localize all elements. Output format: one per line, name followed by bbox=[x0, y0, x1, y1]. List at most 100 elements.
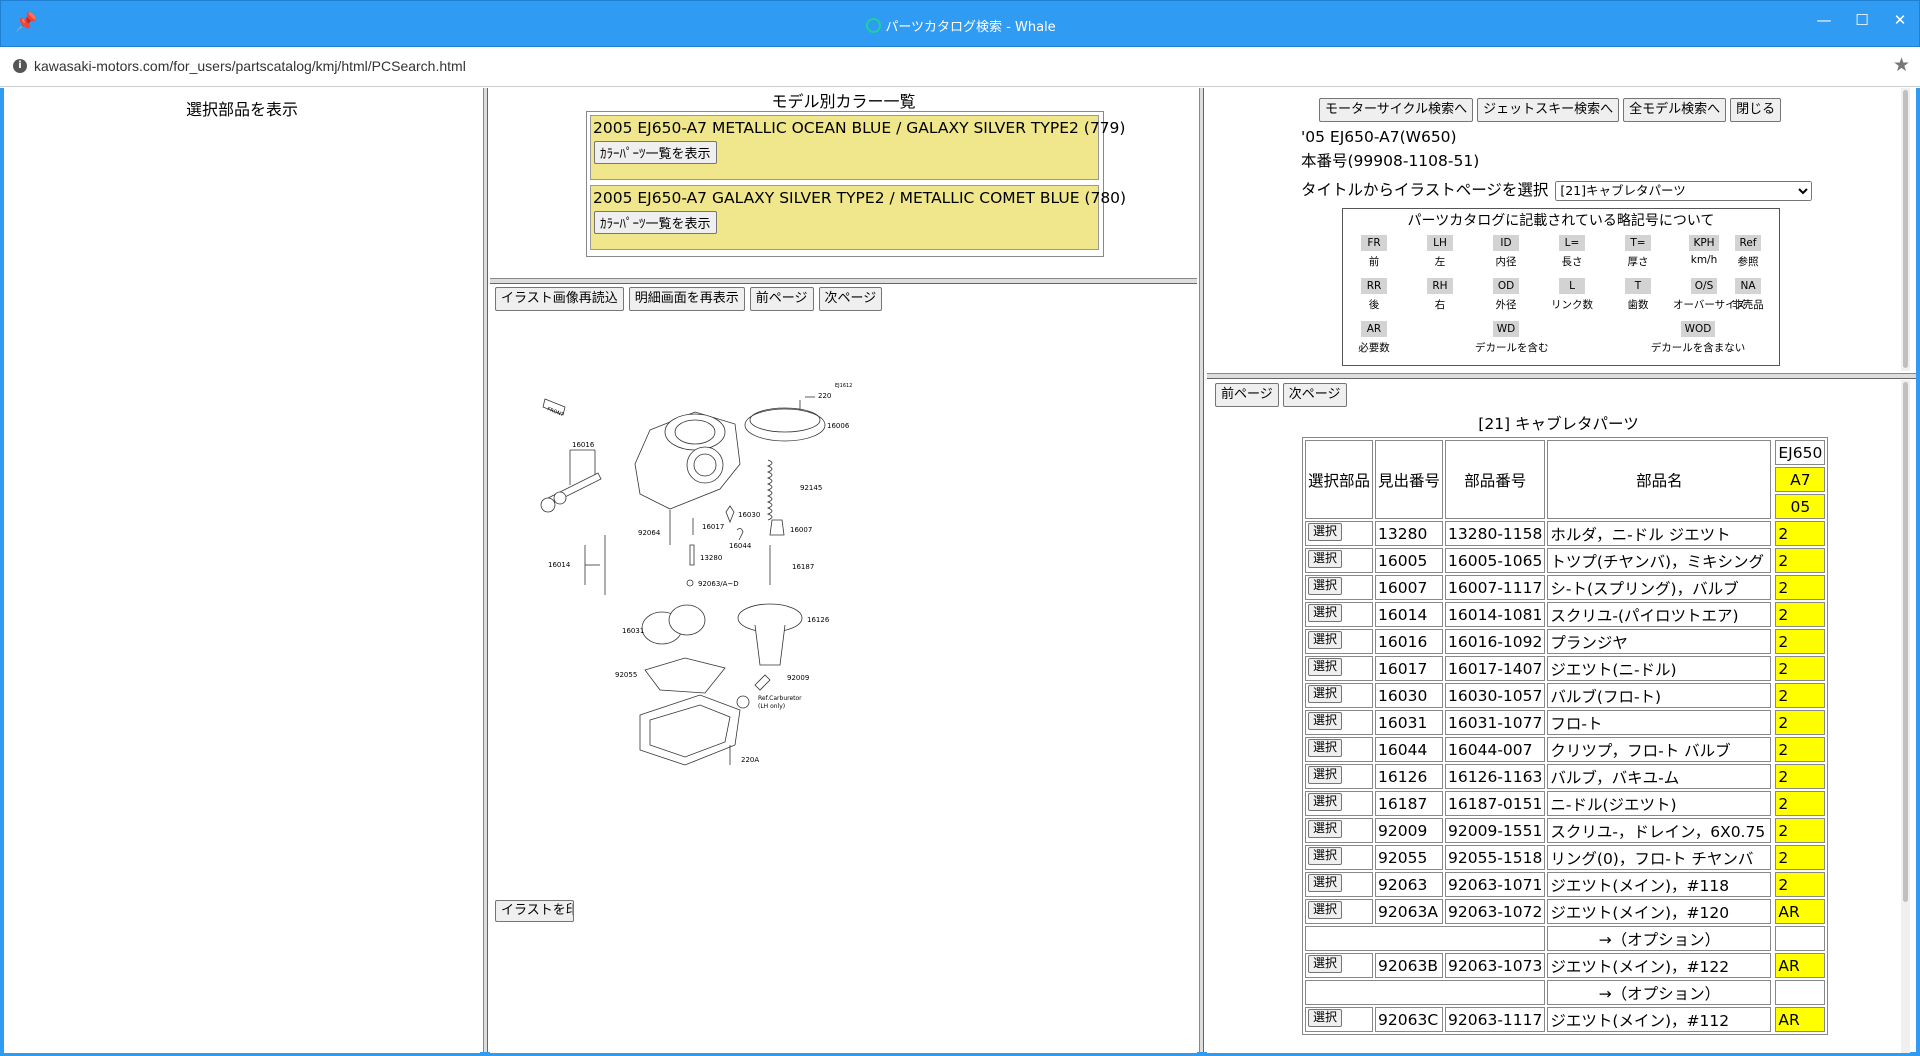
scrollbar[interactable] bbox=[1901, 380, 1910, 1053]
abbreviation-meaning: 長さ bbox=[1561, 256, 1583, 268]
illustration-print-button[interactable]: イラストを印 bbox=[495, 900, 574, 922]
close-button[interactable]: ✕ bbox=[1881, 1, 1919, 41]
option-label: →（オプション） bbox=[1547, 980, 1772, 1005]
select-part-button[interactable]: 選択 bbox=[1308, 630, 1343, 649]
select-part-button[interactable]: 選択 bbox=[1308, 522, 1343, 541]
abbreviation-meaning: 外径 bbox=[1495, 299, 1517, 311]
info-icon[interactable]: i bbox=[13, 59, 27, 73]
bookmark-star-icon[interactable]: ★ bbox=[1893, 54, 1910, 76]
abbreviation-item: RR 後 bbox=[1343, 274, 1405, 312]
abbreviation-code: OD bbox=[1493, 278, 1519, 294]
table-row: 選択 92063C 92063-1117 ジエツト(メイン)，#112 AR bbox=[1305, 1007, 1826, 1032]
select-part-button[interactable]: 選択 bbox=[1308, 954, 1343, 973]
frame-divider[interactable] bbox=[1207, 371, 1920, 380]
svg-text:16017: 16017 bbox=[702, 523, 724, 531]
jetski-search-button[interactable]: ジェットスキー検索へ bbox=[1477, 98, 1620, 122]
abbreviation-code: WOD bbox=[1680, 321, 1716, 337]
select-part-button[interactable]: 選択 bbox=[1308, 819, 1343, 838]
next-page-button[interactable]: 次ページ bbox=[818, 287, 883, 311]
frame-divider[interactable] bbox=[1197, 88, 1207, 1056]
show-color-parts-button[interactable]: ｶﾗｰﾊﾟｰﾂ一覧を表示 bbox=[594, 211, 717, 234]
abbreviation-code: L= bbox=[1559, 235, 1585, 251]
part-name-cell: プランジヤ bbox=[1547, 629, 1772, 654]
table-row: 選択 92063A 92063-1072 ジエツト(メイン)，#120 AR bbox=[1305, 899, 1826, 924]
svg-text:92055: 92055 bbox=[615, 671, 637, 679]
ref-cell: 92063B bbox=[1375, 953, 1444, 978]
qty-cell: 2 bbox=[1775, 818, 1826, 843]
abbreviation-code: WD bbox=[1492, 321, 1520, 337]
partno-cell: 13280-1158 bbox=[1445, 521, 1546, 546]
svg-text:(LH only): (LH only) bbox=[758, 703, 785, 710]
select-part-button[interactable]: 選択 bbox=[1308, 765, 1343, 784]
select-part-button[interactable]: 選択 bbox=[1308, 603, 1343, 622]
select-part-button[interactable]: 選択 bbox=[1308, 684, 1343, 703]
select-part-button[interactable]: 選択 bbox=[1308, 711, 1343, 730]
select-part-button[interactable]: 選択 bbox=[1308, 873, 1343, 892]
part-name-cell: ホルダ，ニ-ドル ジエツト bbox=[1547, 521, 1772, 546]
show-color-parts-button[interactable]: ｶﾗｰﾊﾟｰﾂ一覧を表示 bbox=[594, 141, 717, 164]
all-model-search-button[interactable]: 全モデル検索へ bbox=[1623, 98, 1727, 122]
select-cell: 選択 bbox=[1305, 1007, 1374, 1032]
loading-icon bbox=[866, 18, 882, 33]
abbreviation-code: L bbox=[1559, 278, 1585, 294]
select-part-button[interactable]: 選択 bbox=[1308, 1008, 1343, 1027]
illustration-page-selector: タイトルからイラストページを選択 [21]キャブレタパーツ bbox=[1301, 178, 1813, 201]
abbreviation-code: LH bbox=[1427, 235, 1453, 251]
parts-table: 選択部品 見出番号 部品番号 部品名 EJ650 A7 05 選択 13280 13… bbox=[1302, 437, 1829, 1035]
close-page-button[interactable]: 閉じる bbox=[1730, 98, 1782, 122]
color-list-box: 2005 EJ650-A7 METALLIC OCEAN BLUE / GALA… bbox=[586, 111, 1126, 257]
part-name-cell: ジエツト(メイン)，#120 bbox=[1547, 899, 1772, 924]
qty-cell: 2 bbox=[1775, 764, 1826, 789]
partno-cell: 92063-1072 bbox=[1445, 899, 1546, 924]
minimize-button[interactable]: — bbox=[1805, 1, 1843, 41]
scrollbar[interactable] bbox=[1901, 88, 1910, 371]
carburetor-diagram[interactable]: EJ1612 FRONT 220 16006 92145 16016 16030 bbox=[530, 380, 860, 810]
motorcycle-search-button[interactable]: モーターサイクル検索へ bbox=[1319, 98, 1474, 122]
reload-illustration-button[interactable]: イラスト画像再読込 bbox=[495, 287, 624, 311]
select-cell: 選択 bbox=[1305, 737, 1374, 762]
svg-text:16031: 16031 bbox=[622, 627, 644, 635]
frame-divider[interactable] bbox=[490, 278, 1197, 285]
illustration-frame: イラスト画像再読込 明細画面を再表示 前ページ 次ページ EJ1612 FRON… bbox=[490, 285, 1197, 1053]
select-cell: 選択 bbox=[1305, 872, 1374, 897]
part-name-cell: リング(0)，フロ-ト チヤンバ bbox=[1547, 845, 1772, 870]
redisplay-detail-button[interactable]: 明細画面を再表示 bbox=[628, 287, 745, 311]
select-part-button[interactable]: 選択 bbox=[1308, 576, 1343, 595]
ref-cell: 13280 bbox=[1375, 521, 1444, 546]
select-part-button[interactable]: 選択 bbox=[1308, 846, 1343, 865]
abbreviation-item: NA 非売品 bbox=[1717, 274, 1779, 312]
select-part-button[interactable]: 選択 bbox=[1308, 549, 1343, 568]
show-selected-link[interactable]: 選択部品を表示 bbox=[4, 96, 480, 120]
partno-cell: 92063-1073 bbox=[1445, 953, 1546, 978]
parts-prev-page-button[interactable]: 前ページ bbox=[1215, 383, 1279, 407]
svg-text:16030: 16030 bbox=[738, 511, 760, 519]
maximize-button[interactable]: ☐ bbox=[1843, 1, 1881, 41]
partno-cell: 16030-1057 bbox=[1445, 683, 1546, 708]
frame-divider[interactable] bbox=[480, 88, 490, 1056]
abbreviation-item: Ref 参照 bbox=[1717, 231, 1779, 269]
option-spacer bbox=[1305, 926, 1546, 951]
select-part-button[interactable]: 選択 bbox=[1308, 792, 1343, 811]
svg-text:16006: 16006 bbox=[827, 422, 850, 430]
partno-cell: 16044-007 bbox=[1445, 737, 1546, 762]
qty-cell: 2 bbox=[1775, 683, 1826, 708]
parts-next-page-button[interactable]: 次ページ bbox=[1282, 383, 1347, 407]
qty-cell: AR bbox=[1775, 899, 1826, 924]
abbreviation-code: T bbox=[1625, 278, 1651, 294]
color-row: 2005 EJ650-A7 GALAXY SILVER TYPE2 / META… bbox=[590, 185, 1126, 250]
select-cell: 選択 bbox=[1305, 602, 1374, 627]
select-part-button[interactable]: 選択 bbox=[1308, 900, 1343, 919]
select-part-button[interactable]: 選択 bbox=[1308, 657, 1343, 676]
abbreviation-meaning: リンク数 bbox=[1551, 299, 1593, 311]
svg-text:92145: 92145 bbox=[800, 484, 822, 492]
svg-text:92064: 92064 bbox=[638, 529, 661, 537]
select-part-button[interactable]: 選択 bbox=[1308, 738, 1343, 757]
partno-cell: 16017-1407 bbox=[1445, 656, 1546, 681]
url-text[interactable]: kawasaki-motors.com/for_users/partscatal… bbox=[34, 58, 466, 74]
illustration-page-select[interactable]: [21]キャブレタパーツ bbox=[1555, 180, 1813, 201]
abbreviation-item: FR 前 bbox=[1343, 231, 1405, 269]
parts-list-frame: 前ページ 次ページ [21] キャブレタパーツ 選択部品 見出番号 部品番号 部… bbox=[1207, 380, 1910, 1053]
prev-page-button[interactable]: 前ページ bbox=[749, 287, 814, 311]
ref-cell: 16014 bbox=[1375, 602, 1444, 627]
part-name-cell: ジエツト(ニ-ドル) bbox=[1547, 656, 1772, 681]
